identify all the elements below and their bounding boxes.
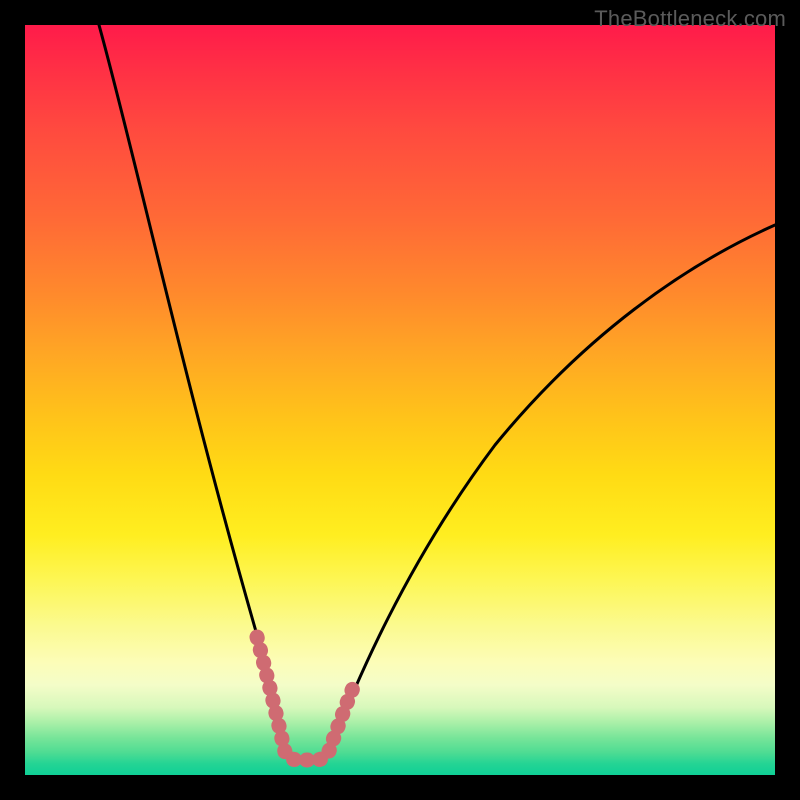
chart-frame: TheBottleneck.com	[0, 0, 800, 800]
bottleneck-curve-right	[329, 225, 775, 751]
plot-area	[25, 25, 775, 775]
watermark-text: TheBottleneck.com	[594, 6, 786, 32]
valley-highlight	[257, 637, 355, 760]
curve-layer	[25, 25, 775, 775]
